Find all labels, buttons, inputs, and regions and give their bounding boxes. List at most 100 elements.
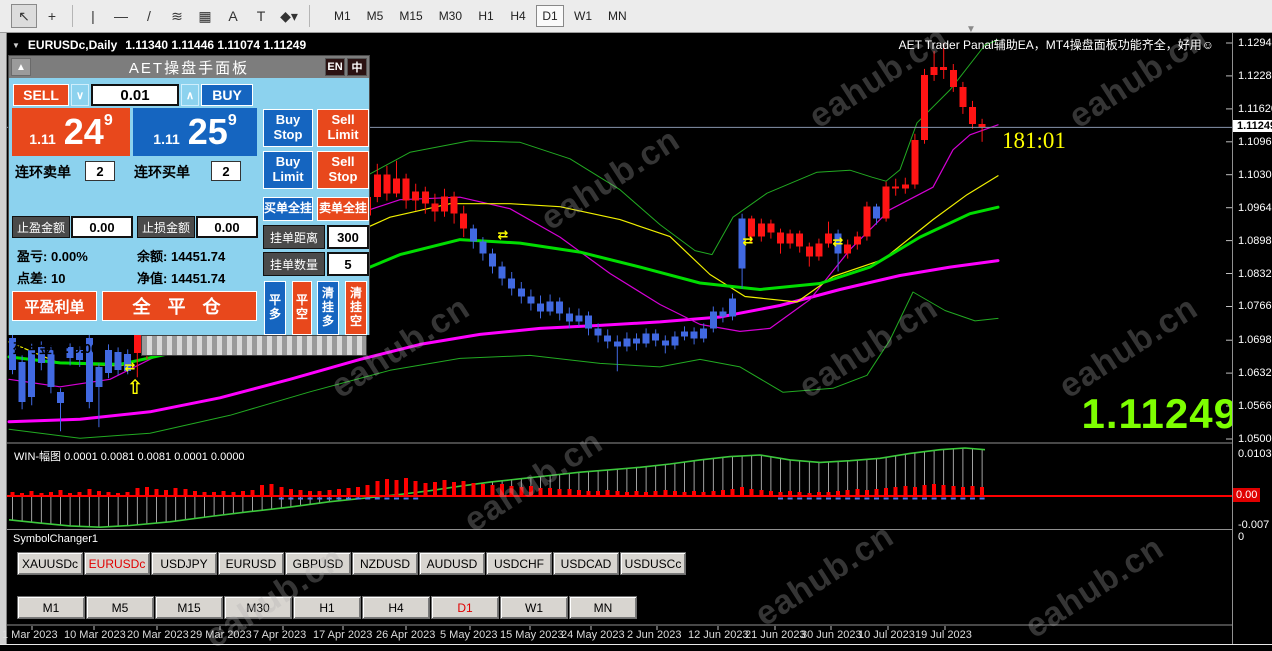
indicator-axis-label: 0.00 xyxy=(1233,488,1261,502)
toolbar-timeframe-h4[interactable]: H4 xyxy=(504,5,532,27)
balance-value: 14451.74 xyxy=(170,249,226,264)
pl-amount-row: 盈亏金额: 0.00 xyxy=(13,338,98,357)
horizontal-line-icon[interactable]: — xyxy=(108,4,134,28)
toolbar-timeframe-w1[interactable]: W1 xyxy=(568,5,598,27)
toolbar-timeframe-m30[interactable]: M30 xyxy=(433,5,468,27)
lot-size-input[interactable]: 0.01 xyxy=(91,84,179,106)
chart-ohlc-values: 1.11340 1.11446 1.11074 1.11249 xyxy=(125,38,307,52)
toolbar-timeframe-h1[interactable]: H1 xyxy=(472,5,500,27)
indicator-header: WIN-幅图 0.0001 0.0081 0.0081 0.0001 0.000… xyxy=(14,451,245,463)
clear-pending-shorts-button[interactable]: 清挂空 xyxy=(345,281,367,335)
close-longs-button[interactable]: 平多 xyxy=(264,281,286,335)
date-label: 24 May 2023 xyxy=(561,629,625,641)
price-scale[interactable]: 1.12940 1.12280 1.11620 1.10960 1.10300 1.096… xyxy=(1232,33,1272,645)
pending-count-input[interactable]: 5 xyxy=(327,252,369,276)
pending-buy-all-button[interactable]: 买单全挂 xyxy=(263,197,313,221)
close-shorts-button[interactable]: 平空 xyxy=(292,281,312,335)
chain-sell-input[interactable]: 2 xyxy=(85,161,115,181)
sell-limit-button[interactable]: Sell Limit xyxy=(317,109,369,147)
date-label: 29 Mar 2023 xyxy=(190,629,252,641)
toolbar-timeframe-m15[interactable]: M15 xyxy=(393,5,428,27)
lot-increase-button[interactable]: ∧ xyxy=(181,84,199,106)
buy-price-point: 9 xyxy=(227,112,237,129)
language-en-button[interactable]: EN xyxy=(325,58,345,76)
balance-row: 余额: 14451.74 xyxy=(137,246,225,265)
close-all-positions-button[interactable]: 全 平 仓 xyxy=(102,291,257,321)
chain-buy-label: 连环买单 xyxy=(134,164,190,180)
profit-percent-value: 0.00% xyxy=(50,249,88,264)
one-click-trading-icon[interactable]: ▼ xyxy=(12,41,20,50)
chevron-down-icon[interactable]: ▼ xyxy=(966,24,976,35)
chart-title: ▼ EURUSDc,Daily 1.11340 1.11446 1.11074 … xyxy=(12,38,306,52)
sell-price-quote[interactable]: 1.11 24 9 xyxy=(12,108,130,156)
date-label: 15 May 2023 xyxy=(500,629,564,641)
equity-value: 14451.74 xyxy=(170,271,226,286)
price-axis-label: 1.11620 xyxy=(1238,102,1272,115)
buy-price-prefix: 1.11 xyxy=(153,131,180,147)
price-axis-label: 1.07660 xyxy=(1238,300,1272,313)
crosshair-icon[interactable]: + xyxy=(39,4,65,28)
subwindow-axis-label: 0 xyxy=(1238,531,1245,543)
toolbar-timeframe-d1[interactable]: D1 xyxy=(536,5,565,27)
price-axis-label: 1.12280 xyxy=(1238,69,1272,82)
big-price-display: 1.11249 xyxy=(1081,390,1238,437)
chain-buy-input[interactable]: 2 xyxy=(211,161,241,181)
panel-body: SELL ∨ 0.01 ∧ BUY 1.11 24 9 1.11 25 9 连环… xyxy=(9,78,369,356)
buy-price-pips: 25 xyxy=(187,111,228,152)
toolbar: ↖ + | — / ≋ ▦ A T ◆▾ M1 M5 M15 M30 H1 H4 D1 W1 MN xyxy=(0,0,1272,33)
sell-stop-button[interactable]: Sell Stop xyxy=(317,151,369,189)
trade-marker-icon: ⇧ xyxy=(127,375,144,399)
balance-label: 余额: xyxy=(137,249,168,264)
panel-collapse-button[interactable]: ▲ xyxy=(11,58,31,76)
fibonacci-icon[interactable]: ▦ xyxy=(192,4,218,28)
buy-button[interactable]: BUY xyxy=(201,84,253,106)
pending-distance-label[interactable]: 挂单距离 xyxy=(263,225,325,249)
date-label: 10 Mar 2023 xyxy=(64,629,126,641)
take-profit-input[interactable]: 0.00 xyxy=(71,216,133,238)
trade-marker-icon: ⇄ xyxy=(498,228,509,243)
toolbar-timeframe-mn[interactable]: MN xyxy=(602,5,633,27)
arrows-icon[interactable]: ◆▾ xyxy=(276,4,302,28)
equidistant-channel-icon[interactable]: ≋ xyxy=(164,4,190,28)
price-axis-label: 1.08320 xyxy=(1238,267,1272,280)
spread-value: 10 xyxy=(50,271,66,286)
toolbar-timeframe-m1[interactable]: M1 xyxy=(328,5,357,27)
pending-count-label[interactable]: 挂单数量 xyxy=(263,252,325,276)
buy-stop-button[interactable]: Buy Stop xyxy=(263,109,313,147)
date-label: 19 Jul 2023 xyxy=(915,629,972,641)
pending-sell-all-button[interactable]: 卖单全挂 xyxy=(317,197,369,221)
clear-pending-longs-button[interactable]: 清挂多 xyxy=(317,281,339,335)
window-left-border xyxy=(0,33,7,645)
lot-decrease-button[interactable]: ∨ xyxy=(71,84,89,106)
trade-marker-icon: ⇄ xyxy=(833,235,844,250)
sell-button[interactable]: SELL xyxy=(13,84,69,106)
language-zh-button[interactable]: 中 xyxy=(347,58,367,76)
panel-progress-stripes[interactable] xyxy=(141,335,367,356)
toolbar-timeframe-m5[interactable]: M5 xyxy=(361,5,390,27)
vertical-line-icon[interactable]: | xyxy=(80,4,106,28)
sell-price-prefix: 1.11 xyxy=(29,131,56,147)
cursor-icon[interactable]: ↖ xyxy=(11,4,37,28)
date-label: 7 Apr 2023 xyxy=(253,629,307,641)
close-profitable-orders-button[interactable]: 平盈利单 xyxy=(12,291,97,321)
indicator-axis-label: -0.007 xyxy=(1238,518,1270,531)
date-label: 21 Jun 2023 xyxy=(745,629,806,641)
panel-header[interactable]: ▲ AET操盘手面板 EN 中 xyxy=(9,56,369,78)
stop-loss-input[interactable]: 0.00 xyxy=(196,216,258,238)
take-profit-label[interactable]: 止盈金额 xyxy=(12,216,70,238)
mt4-window: ↖ + | — / ≋ ▦ A T ◆▾ M1 M5 M15 M30 H1 H4 D1 W1 MN ⇧ ⇄ ⇄ ⇄ ⇄ e… xyxy=(0,0,1272,651)
date-label: 26 Apr 2023 xyxy=(376,629,436,641)
buy-price-quote[interactable]: 1.11 25 9 xyxy=(133,108,257,156)
text-icon[interactable]: A xyxy=(220,4,246,28)
price-axis-label: 1.09640 xyxy=(1238,201,1272,214)
candle-countdown-timer: 181:01 xyxy=(1002,128,1066,153)
equity-label: 净值: xyxy=(137,271,168,286)
buy-limit-button[interactable]: Buy Limit xyxy=(263,151,313,189)
trendline-icon[interactable]: / xyxy=(136,4,162,28)
price-axis-label: 1.05665 xyxy=(1238,400,1272,413)
date-axis[interactable]: 1 Mar 2023 10 Mar 2023 20 Mar 2023 29 Mar 2… xyxy=(0,626,1232,645)
pending-distance-input[interactable]: 300 xyxy=(327,225,369,249)
panel-title: AET操盘手面板 xyxy=(128,59,250,77)
text-label-icon[interactable]: T xyxy=(248,4,274,28)
stop-loss-label[interactable]: 止损金额 xyxy=(137,216,195,238)
